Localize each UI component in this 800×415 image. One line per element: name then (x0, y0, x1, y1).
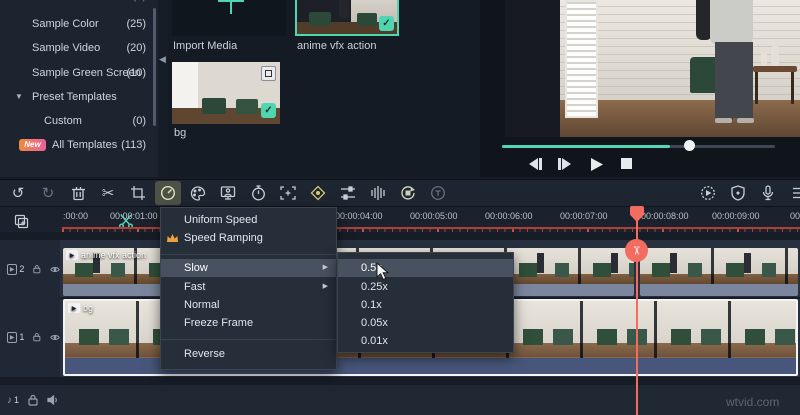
seek-handle[interactable] (684, 140, 695, 151)
import-media-tile[interactable] (172, 0, 286, 36)
video-track-icon: ▶ (7, 331, 18, 343)
submenu-item-0-01x[interactable]: 0.01x (338, 332, 513, 350)
audio-track-icon: ♪ (7, 394, 12, 406)
submenu-item-0-05x[interactable]: 0.05x (338, 314, 513, 332)
mouse-cursor (376, 262, 390, 281)
ruler-label: 00:00:06:00 (485, 211, 533, 221)
shield-icon[interactable] (725, 181, 751, 205)
submenu-arrow-icon: ▶ (322, 264, 328, 271)
duration-timer-icon[interactable] (245, 181, 271, 205)
speaker-icon[interactable] (47, 395, 59, 405)
color-palette-icon[interactable] (185, 181, 211, 205)
watermark: wtvid.com (726, 395, 780, 409)
ruler-label: 00 (790, 211, 800, 221)
menu-item-speed-ramping[interactable]: Speed Ramping (161, 229, 336, 247)
video-track-icon: ▶ (7, 263, 18, 275)
play-badge-icon: ▶ (68, 303, 80, 313)
check-icon: ✓ (379, 16, 394, 31)
menu-item-normal[interactable]: Normal (161, 296, 336, 314)
redo-icon[interactable]: ↻ (35, 181, 61, 205)
check-icon: ✓ (261, 103, 276, 118)
preview-panel (480, 0, 800, 177)
text-to-speech-icon[interactable] (425, 181, 451, 205)
crown-icon (167, 234, 178, 242)
editing-toolbar: ↺ ↻ ✂ (0, 179, 800, 206)
menu-item-uniform-speed[interactable]: Uniform Speed (161, 211, 336, 229)
speed-context-menu: Uniform Speed Speed Ramping Slow ▶ Fast … (160, 207, 337, 370)
ruler-label: :00:00 (63, 211, 89, 221)
submenu-item-0-5x[interactable]: 0.5x (338, 259, 513, 277)
submenu-item-0-1x[interactable]: 0.1x (338, 296, 513, 314)
playhead-cut-icon[interactable]: ✂ (625, 239, 648, 262)
delete-icon[interactable] (65, 181, 91, 205)
media-panel: Import Media ✓ anime vfx action ✓ bg (168, 0, 480, 177)
speed-icon[interactable] (155, 181, 181, 205)
sidebar-item-preset-templates[interactable]: ▼ Preset Templates (0, 87, 158, 107)
sidebar-item-all-templates[interactable]: New All Templates (113) (0, 135, 158, 155)
menu-item-slow[interactable]: Slow ▶ (161, 259, 336, 277)
playhead-line[interactable] (636, 206, 638, 415)
timeline-toolbar: :00:00 00:00:01:00 00:00:02:00 00:00:03:… (0, 206, 800, 233)
timeline-clip-anime-vfx-action-right[interactable] (640, 248, 798, 296)
menu-item-reverse[interactable]: Reverse (161, 345, 336, 363)
media-clip-label: bg (174, 127, 187, 139)
crop-icon[interactable] (125, 181, 151, 205)
video-file-icon (261, 66, 276, 81)
plus-icon (230, 0, 232, 14)
cut-icon[interactable]: ✂ (95, 181, 121, 205)
import-media-label: Import Media (173, 40, 238, 52)
stop-button[interactable] (620, 157, 638, 173)
keyframe-icon[interactable] (305, 181, 331, 205)
seek-bar-progress (502, 145, 670, 148)
menu-item-fast[interactable]: Fast ▶ (161, 278, 336, 296)
chroma-key-icon[interactable] (215, 181, 241, 205)
sidebar-scrollbar[interactable] (153, 8, 156, 126)
media-clip-label: anime vfx action (297, 40, 377, 52)
eye-icon[interactable] (50, 333, 60, 342)
ruler-label: 00:00:08:00 (641, 211, 689, 221)
ruler-label: 00:00:09:00 (712, 211, 760, 221)
menu-item-freeze-frame[interactable]: Freeze Frame (161, 314, 336, 332)
audio-mixer-icon[interactable] (365, 181, 391, 205)
caret-down-icon: ▼ (15, 92, 23, 101)
microphone-icon[interactable] (755, 181, 781, 205)
slow-speed-submenu: 0.5x 0.25x 0.1x 0.05x 0.01x (337, 252, 514, 353)
collapse-panel-icon[interactable]: ◀ (159, 54, 168, 65)
media-library-sidebar: Shared Media (0) Sample Color (25) Sampl… (0, 0, 158, 177)
next-frame-button[interactable] (557, 157, 575, 173)
play-button[interactable] (589, 157, 607, 173)
ruler-label: 00:00:01:00 (110, 211, 158, 221)
render-preview-icon[interactable] (395, 181, 421, 205)
lock-icon[interactable] (28, 394, 38, 406)
previous-frame-button[interactable] (527, 157, 545, 173)
sidebar-item-sample-color[interactable]: Sample Color (25) (0, 14, 158, 34)
task-queue-icon[interactable] (787, 181, 800, 205)
play-badge-icon: ▶ (66, 250, 78, 260)
submenu-arrow-icon: ▶ (322, 283, 328, 290)
submenu-item-0-25x[interactable]: 0.25x (338, 278, 513, 296)
media-clip-bg[interactable]: ✓ (172, 62, 280, 124)
media-clip-anime-vfx-action[interactable]: ✓ (295, 0, 399, 36)
sidebar-item-sample-green-screen[interactable]: Sample Green Screen (10) (0, 63, 158, 83)
adjust-icon[interactable] (335, 181, 361, 205)
sidebar-item-shared-media[interactable]: Shared Media (0) (0, 0, 158, 6)
video-preview[interactable] (505, 0, 800, 137)
ruler-label: 00:00:07:00 (560, 211, 608, 221)
ruler-label: 00:00:04:00 (335, 211, 383, 221)
sidebar-item-sample-video[interactable]: Sample Video (20) (0, 38, 158, 58)
sidebar-item-custom[interactable]: Custom (0) (0, 111, 158, 131)
undo-icon[interactable]: ↺ (5, 181, 31, 205)
motion-track-icon[interactable] (275, 181, 301, 205)
lock-icon[interactable] (33, 263, 41, 275)
ruler-label: 00:00:05:00 (410, 211, 458, 221)
duplicate-icon[interactable] (8, 209, 34, 233)
filmora-app: Shared Media (0) Sample Color (25) Sampl… (0, 0, 800, 415)
track-lane-audio1[interactable] (60, 385, 800, 415)
lock-icon[interactable] (33, 331, 41, 343)
eye-icon[interactable] (50, 265, 60, 274)
preview-quality-icon[interactable] (695, 181, 721, 205)
new-badge: New (19, 139, 46, 151)
